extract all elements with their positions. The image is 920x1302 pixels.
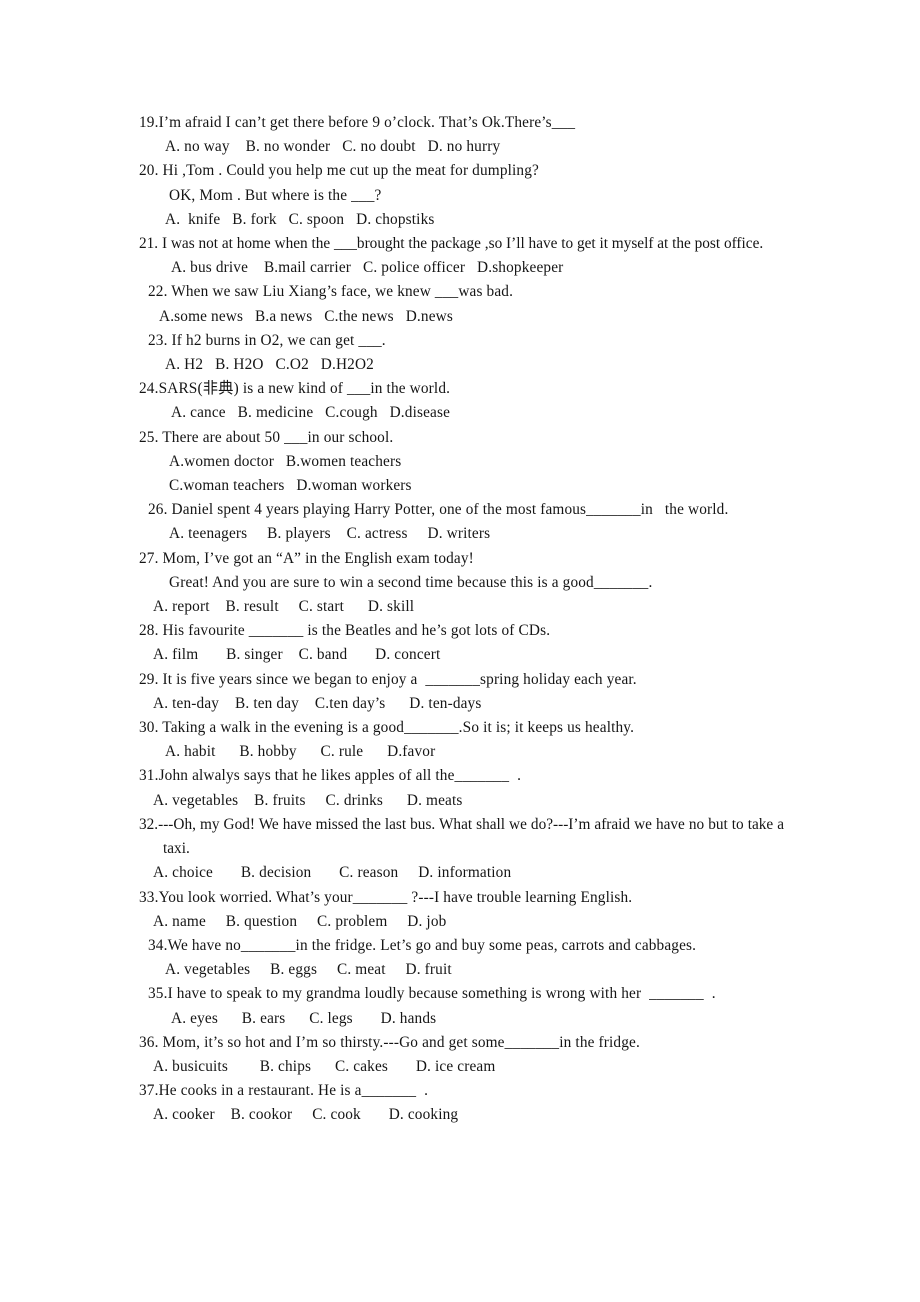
question-26-options: A. teenagers B. players C. actress D. wr… [169,525,491,543]
question-23-stem: 23. If h2 burns in O2, we can get ___. [148,331,386,349]
question-20-stem-continuation: OK, Mom . But where is the ___? [169,186,382,204]
question-19-stem: 19.I’m afraid I can’t get there before 9… [139,114,576,131]
question-23-options: A. H2 B. H2O C.O2 D.H2O2 [165,356,374,374]
question-list: 19.I’m afraid I can’t get there before 9… [139,111,784,1128]
question-25-options-line-1: A.women doctor B.women teachers [169,452,402,470]
question-27-stem-continuation: Great! And you are sure to win a second … [169,573,653,591]
question-30-stem: 30. Taking a walk in the evening is a go… [139,719,635,737]
question-21-stem: 21. I was not at home when the ___brough… [139,235,764,253]
question-20-stem: 20. Hi ,Tom . Could you help me cut up t… [139,162,539,180]
question-29-options: A. ten-day B. ten day C.ten day’s D. ten… [153,694,482,712]
question-37-stem: 37.He cooks in a restaurant. He is a____… [139,1082,429,1100]
question-31-options: A. vegetables B. fruits C. drinks D. mea… [153,791,463,809]
question-33-options: A. name B. question C. problem D. job [153,912,447,930]
question-34-stem: 34.We have no_______in the fridge. Let’s… [148,936,697,954]
question-30-options: A. habit B. hobby C. rule D.favor [165,743,436,761]
question-22-stem: 22. When we saw Liu Xiang’s face, we kne… [148,283,514,301]
document-page: 19.I’m afraid I can’t get there before 9… [0,0,920,1302]
question-21-options: A. bus drive B.mail carrier C. police of… [171,259,564,277]
question-27-stem: 27. Mom, I’ve got an “A” in the English … [139,549,474,567]
question-25-stem: 25. There are about 50 ___in our school. [139,428,394,446]
question-20-options: A. knife B. fork C. spoon D. chopstiks [165,210,435,228]
question-25-options-line-2: C.woman teachers D.woman workers [169,477,412,495]
question-28-stem: 28. His favourite _______ is the Beatles… [139,622,551,640]
question-24-stem: 24.SARS(非典) is a new kind of ___in the w… [139,380,451,398]
question-19-options: A. no way B. no wonder C. no doubt D. no… [165,138,501,156]
question-35-stem: 35.I have to speak to my grandma loudly … [148,985,716,1003]
question-29-stem: 29. It is five years since we began to e… [139,670,637,688]
question-32-options: A. choice B. decision C. reason D. infor… [153,864,512,882]
question-31-stem: 31.John alwalys says that he likes apple… [139,767,522,785]
question-36-stem: 36. Mom, it’s so hot and I’m so thirsty.… [139,1033,640,1051]
question-34-options: A. vegetables B. eggs C. meat D. fruit [165,961,452,979]
question-35-options: A. eyes B. ears C. legs D. hands [171,1009,437,1027]
question-33-stem: 33.You look worried. What’s your_______ … [139,888,633,906]
question-28-options: A. film B. singer C. band D. concert [153,646,441,664]
question-27-options: A. report B. result C. start D. skill [153,598,415,616]
question-24-options: A. cance B. medicine C.cough D.disease [171,404,451,422]
question-37-options: A. cooker B. cookor C. cook D. cooking [153,1106,459,1124]
question-32-stem: 32.---Oh, my God! We have missed the las… [139,815,784,858]
question-26-stem: 26. Daniel spent 4 years playing Harry P… [148,501,729,519]
question-36-options: A. busicuits B. chips C. cakes D. ice cr… [153,1057,496,1075]
question-22-options: A.some news B.a news C.the news D.news [159,307,453,325]
